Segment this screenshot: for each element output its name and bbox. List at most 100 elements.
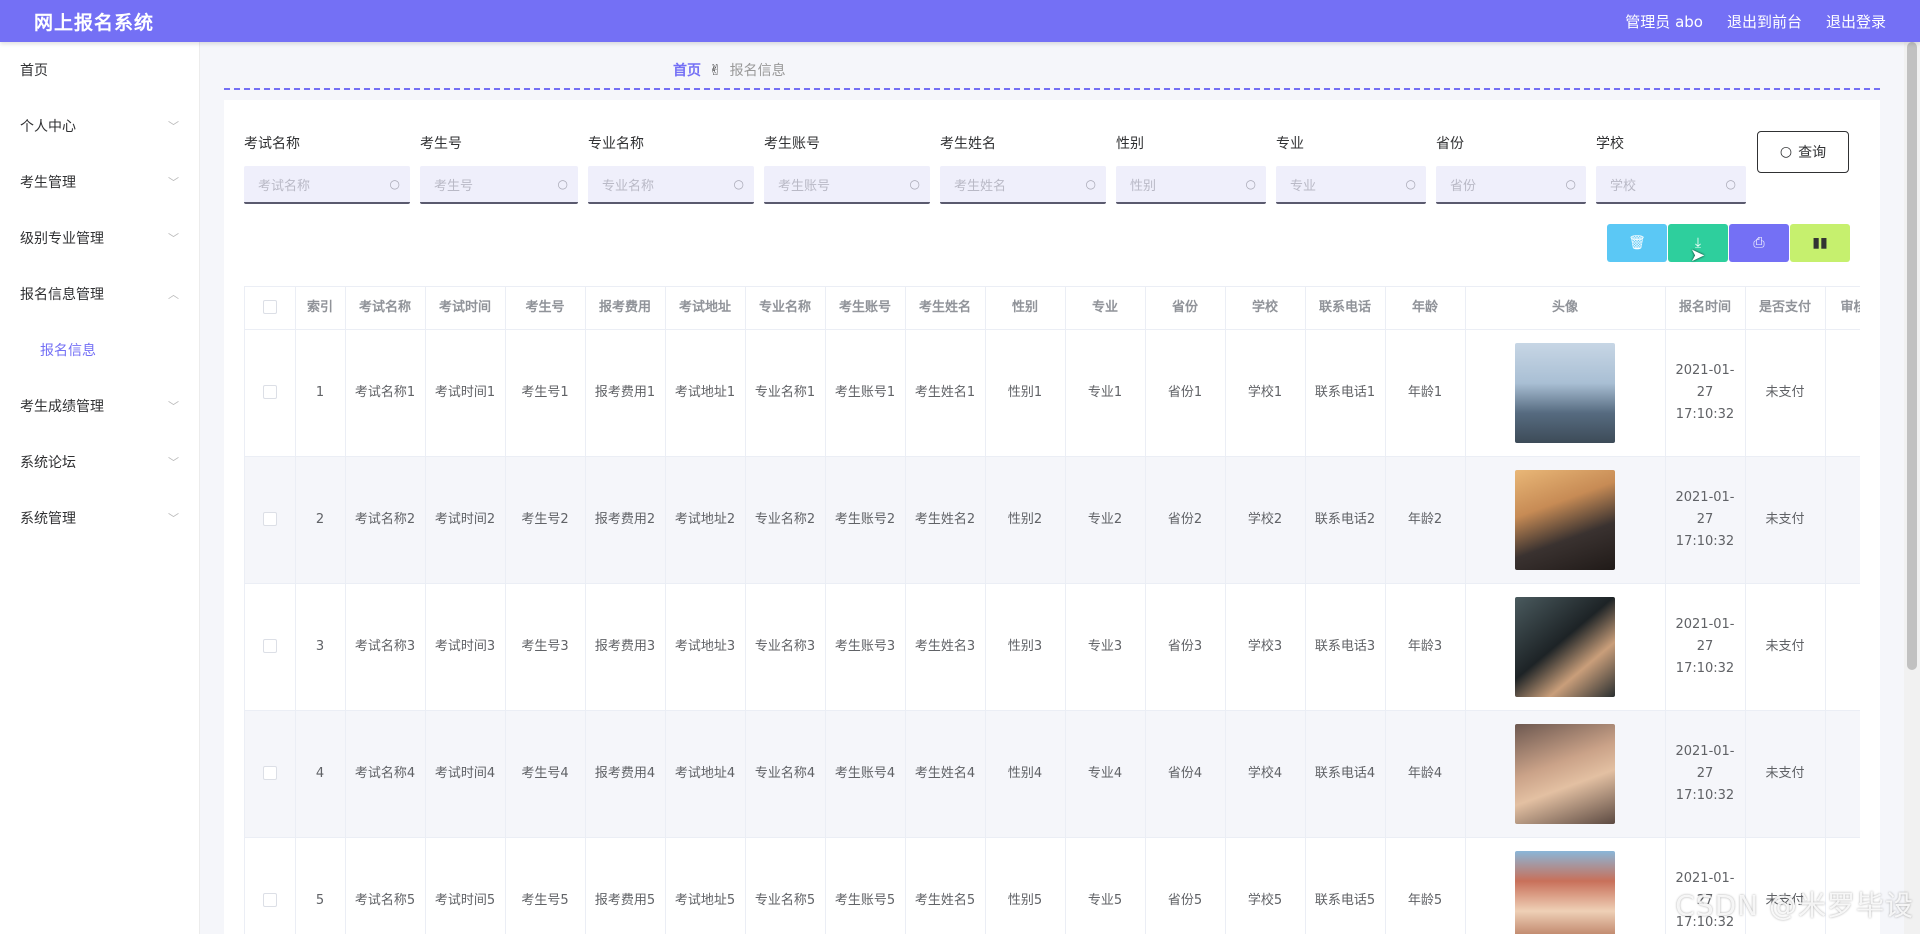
row-select-cell[interactable] (245, 710, 296, 838)
sidebar-item-forum[interactable]: 系统论坛 ﹀ (0, 434, 199, 490)
select-all-checkbox[interactable] (262, 300, 277, 315)
table-cell: 考生账号3 (825, 583, 906, 711)
column-header: 学校 (1225, 287, 1306, 330)
delete-button[interactable]: 🗑 (1607, 224, 1667, 262)
select-all-cell[interactable] (245, 287, 296, 330)
search-form: 考试名称 考试名称 ○ 考生号 考生号 ○ 专业名称 专业名称 ○ 考生账号 考生账号… (244, 132, 1746, 204)
sidebar-item-home[interactable]: 首页 (0, 42, 199, 98)
student-name-input[interactable]: 考生姓名 ○ (940, 166, 1106, 204)
table-cell (1825, 456, 1860, 584)
field-label: 专业名称 (588, 136, 644, 152)
avatar (1515, 469, 1615, 570)
row-select-cell[interactable] (245, 329, 296, 457)
row-checkbox[interactable] (262, 893, 277, 907)
gender-input[interactable]: 性别 ○ (1116, 166, 1266, 204)
table-cell: 专业4 (1065, 710, 1146, 838)
exam-name-input[interactable]: 考试名称 ○ (244, 166, 410, 204)
table-cell: 省份1 (1145, 329, 1226, 457)
search-icon: ○ (557, 177, 568, 191)
chevron-up-icon: ︿ (168, 288, 179, 301)
column-header: 考试名称 (345, 287, 426, 330)
field-label: 考生账号 (764, 136, 820, 152)
stats-button[interactable]: ▮▮ (1790, 224, 1850, 262)
field-label: 专业 (1276, 136, 1304, 152)
sidebar-item-system-management[interactable]: 系统管理 ﹀ (0, 490, 199, 546)
field-label: 考试名称 (244, 136, 300, 152)
field-label: 考生姓名 (940, 136, 996, 152)
query-button[interactable]: ○ 查询 (1757, 131, 1849, 173)
breadcrumb-current: 报名信息 (729, 63, 786, 79)
row-select-cell[interactable] (245, 583, 296, 711)
table-cell: 考生号5 (505, 837, 586, 934)
row-checkbox[interactable] (262, 639, 277, 653)
table-cell: 年龄3 (1385, 583, 1466, 711)
table-row[interactable]: 3 考试名称3 考试时间3 考生号3 报考费用3 考试地址3 专业名称3 考生账号3 考生姓名3… (245, 583, 1860, 711)
chevron-down-icon: ﹀ (168, 400, 179, 413)
table-cell: 2021-01-27 17:10:32 (1665, 710, 1746, 838)
sidebar-item-student-management[interactable]: 考生管理 ﹀ (0, 154, 199, 210)
search-field-exam-name: 考试名称 考试名称 ○ (244, 132, 410, 204)
row-checkbox[interactable] (262, 766, 277, 780)
search-icon: ○ (1725, 177, 1736, 191)
table-row[interactable]: 1 考试名称1 考试时间1 考生号1 报考费用1 考试地址1 专业名称1 考生账号1 考生姓名1… (245, 329, 1860, 457)
content-panel: 考试名称 考试名称 ○ 考生号 考生号 ○ 专业名称 专业名称 ○ 考生账号 考生账号… (224, 100, 1880, 934)
sidebar: 首页 个人中心 ﹀ 考生管理 ﹀ 级别专业管理 ﹀ 报名信息管理 ︿ 报名信息 … (0, 42, 200, 934)
search-field-school: 学校 学校 ○ (1596, 132, 1746, 204)
table-cell: 性别3 (985, 583, 1066, 711)
row-select-cell[interactable] (245, 456, 296, 584)
row-checkbox[interactable] (262, 385, 277, 399)
student-no-input[interactable]: 考生号 ○ (420, 166, 578, 204)
table-cell: 报考费用5 (585, 837, 666, 934)
column-header: 专业 (1065, 287, 1146, 330)
row-checkbox[interactable] (262, 512, 277, 526)
back-to-front-link[interactable]: 退出到前台 (1727, 11, 1802, 32)
sidebar-item-level-major[interactable]: 级别专业管理 ﹀ (0, 210, 199, 266)
table-cell: 省份4 (1145, 710, 1226, 838)
table-cell: 3 (295, 583, 346, 711)
avatar-cell (1465, 456, 1666, 584)
major-input[interactable]: 专业 ○ (1276, 166, 1426, 204)
major-name-input[interactable]: 专业名称 ○ (588, 166, 754, 204)
sidebar-item-personal-center[interactable]: 个人中心 ﹀ (0, 98, 199, 154)
sidebar-item-registration-management[interactable]: 报名信息管理 ︿ (0, 266, 199, 322)
table-row[interactable]: 5 考试名称5 考试时间5 考生号5 报考费用5 考试地址5 专业名称5 考生账号5 考生姓名5… (245, 837, 1860, 934)
print-button[interactable]: ⎙ (1729, 224, 1789, 262)
table-cell: 专业5 (1065, 837, 1146, 934)
row-select-cell[interactable] (245, 837, 296, 934)
sidebar-subitem-registration-info[interactable]: 报名信息 (0, 322, 199, 378)
chevron-down-icon: ﹀ (168, 512, 179, 525)
app-title: 网上报名系统 (34, 11, 155, 34)
sidebar-item-score-management[interactable]: 考生成绩管理 ﹀ (0, 378, 199, 434)
page-scrollbar[interactable] (1904, 42, 1920, 934)
breadcrumb-divider (224, 88, 1880, 90)
table-cell: 考生姓名4 (905, 710, 986, 838)
table-cell (1825, 583, 1860, 711)
table-cell: 性别1 (985, 329, 1066, 457)
logout-link[interactable]: 退出登录 (1826, 11, 1886, 32)
table-cell (1825, 329, 1860, 457)
school-input[interactable]: 学校 ○ (1596, 166, 1746, 204)
search-icon: ○ (733, 177, 744, 191)
table-cell: 考试名称5 (345, 837, 426, 934)
header-actions: 管理员 abo 退出到前台 退出登录 (1625, 11, 1886, 32)
table-cell: 联系电话1 (1305, 329, 1386, 457)
province-input[interactable]: 省份 ○ (1436, 166, 1586, 204)
search-field-province: 省份 省份 ○ (1436, 132, 1586, 204)
table-cell: 联系电话2 (1305, 456, 1386, 584)
table-cell: 年龄5 (1385, 837, 1466, 934)
table-body: 1 考试名称1 考试时间1 考生号1 报考费用1 考试地址1 专业名称1 考生账号1 考生姓名1… (245, 329, 1860, 934)
student-account-input[interactable]: 考生账号 ○ (764, 166, 930, 204)
toolbar: 🗑 ⤓ ⎙ ▮▮ (1607, 224, 1850, 262)
table-cell: 4 (295, 710, 346, 838)
table-cell: 专业名称2 (745, 456, 826, 584)
table-cell: 学校2 (1225, 456, 1306, 584)
search-icon: ○ (1779, 144, 1793, 160)
table-row[interactable]: 4 考试名称4 考试时间4 考生号4 报考费用4 考试地址4 专业名称4 考生账号4 考生姓名4… (245, 710, 1860, 838)
avatar-cell (1465, 710, 1666, 838)
table-row[interactable]: 2 考试名称2 考试时间2 考生号2 报考费用2 考试地址2 专业名称2 考生账号2 考生姓名2… (245, 456, 1860, 584)
table-cell: 考试名称1 (345, 329, 426, 457)
breadcrumb-home[interactable]: 首页 (673, 60, 701, 80)
scrollbar-thumb[interactable] (1907, 42, 1917, 670)
column-header: 考生账号 (825, 287, 906, 330)
table-cell: 专业3 (1065, 583, 1146, 711)
